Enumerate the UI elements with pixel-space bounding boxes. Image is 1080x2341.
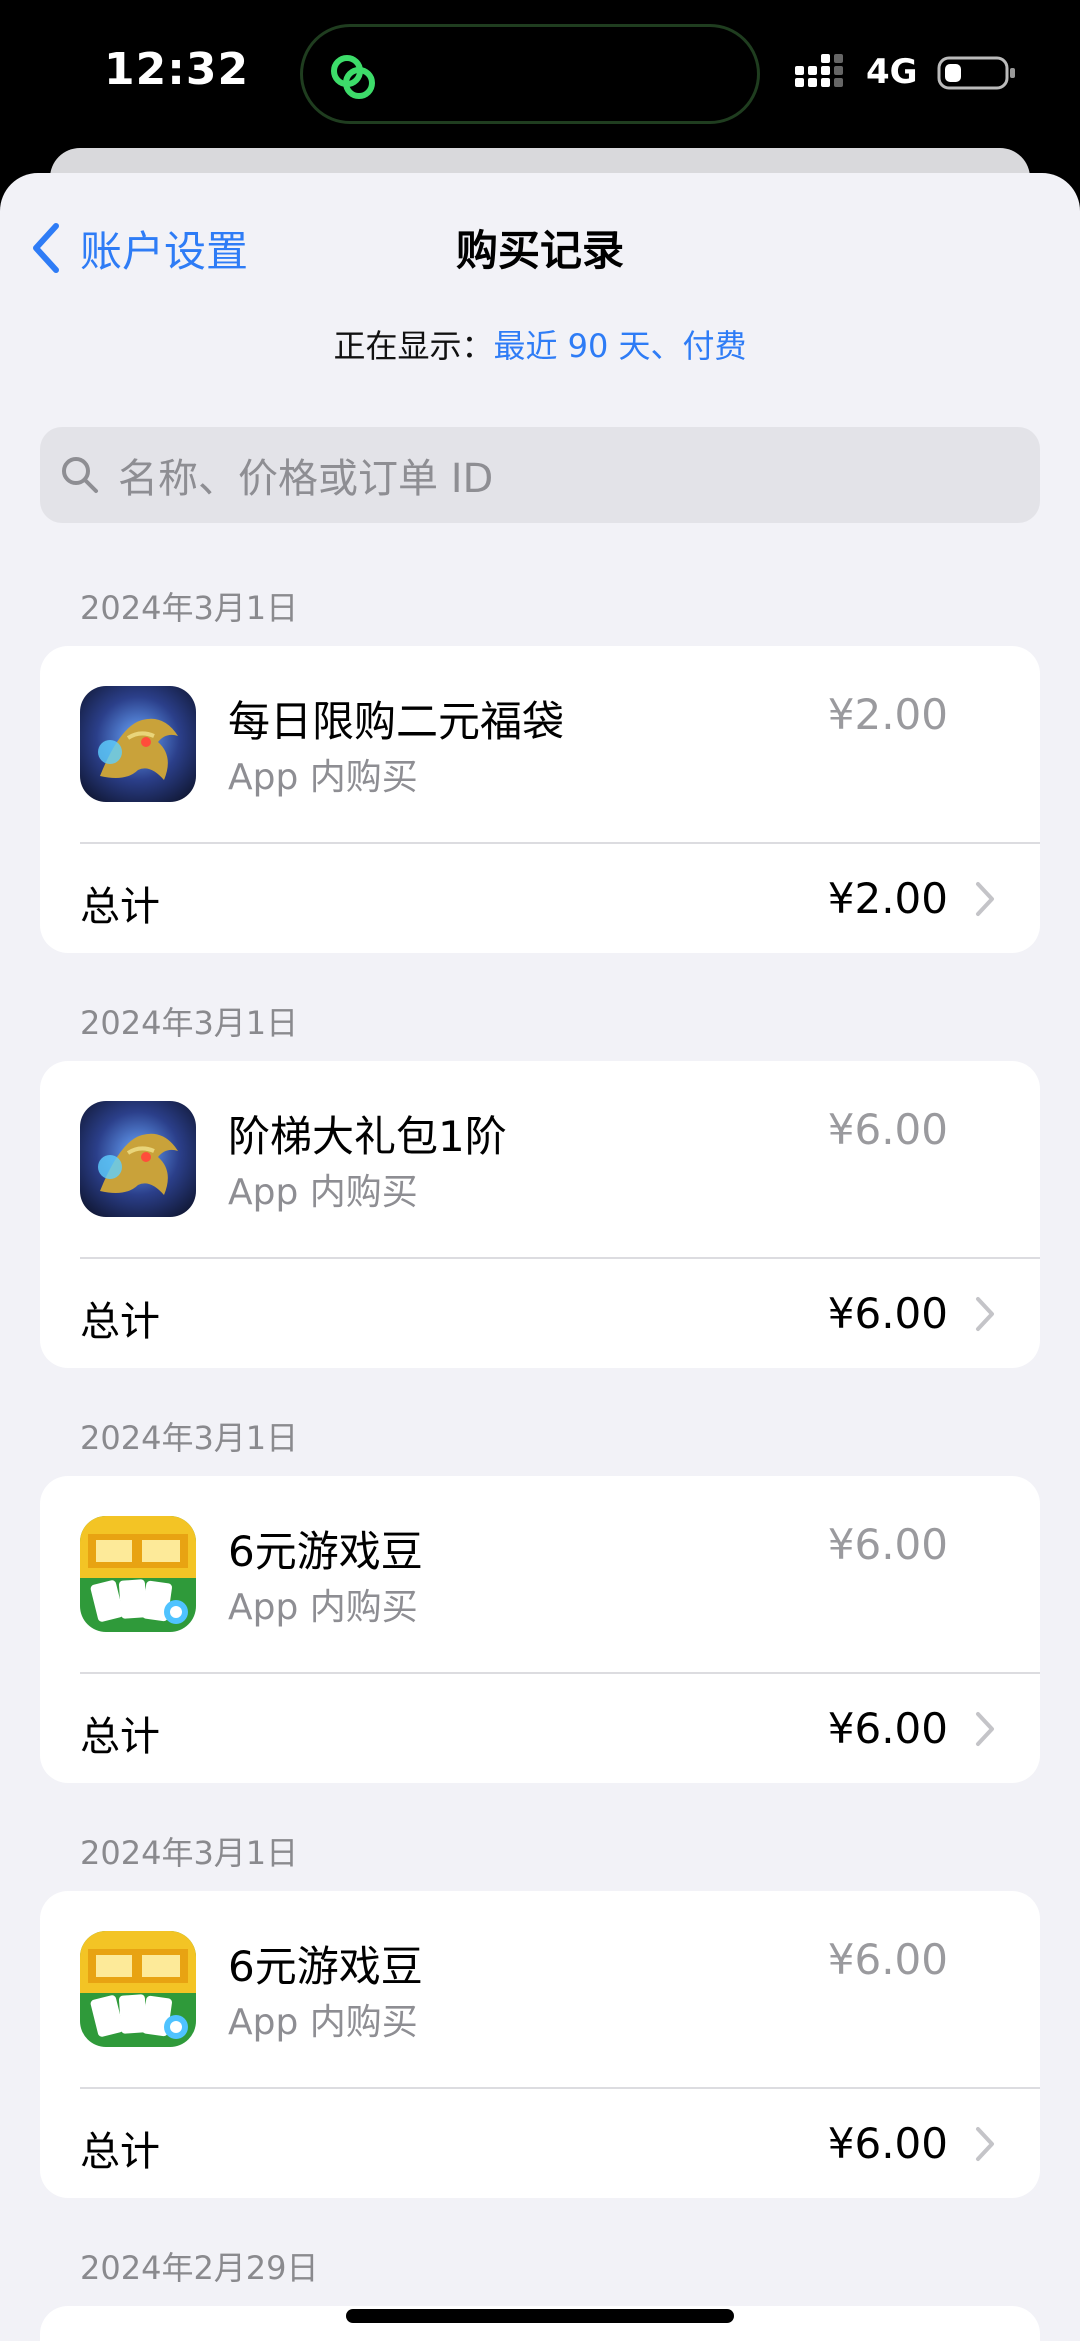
item-name: 阶梯大礼包1阶 — [228, 1112, 507, 1161]
search-field[interactable]: 名称、价格或订单 ID — [40, 427, 1040, 523]
purchase-card: 阶梯大礼包1阶 App 内购买 ¥6.00 总计 ¥6.00 — [40, 1061, 1040, 1368]
item-name: 每日限购二元福袋 — [228, 697, 565, 746]
chevron-right-icon — [976, 2127, 994, 2161]
filter-value-link[interactable]: 最近 90 天、付费 — [493, 327, 746, 365]
purchase-item-row[interactable]: 每日限购二元福袋 App 内购买 ¥2.00 — [40, 646, 1040, 842]
section-date: 2024年3月1日 — [80, 1834, 299, 1872]
total-row[interactable]: 总计 ¥6.00 — [40, 2089, 1040, 2198]
purchase-history-sheet: 账户设置 购买记录 正在显示：最近 90 天、付费 名称、价格或订单 ID 20… — [0, 173, 1080, 2341]
poker-game-icon — [80, 1516, 196, 1632]
purchase-card: 6元游戏豆 App 内购买 ¥6.00 总计 ¥6.00 — [40, 1891, 1040, 2198]
item-price: ¥6.00 — [827, 1935, 948, 1984]
purchase-item-row[interactable]: 6元游戏豆 App 内购买 ¥6.00 — [40, 1891, 1040, 2087]
total-price: ¥2.00 — [827, 874, 948, 923]
item-type: App 内购买 — [228, 1172, 418, 1213]
cellular-signal-icon — [795, 54, 843, 87]
item-price: ¥2.00 — [827, 690, 948, 739]
item-type: App 内购买 — [228, 1587, 418, 1628]
chevron-right-icon — [976, 1712, 994, 1746]
total-label: 总计 — [80, 884, 160, 930]
purchase-card: 6元游戏豆 App 内购买 ¥6.00 总计 ¥6.00 — [40, 1476, 1040, 1783]
total-price: ¥6.00 — [827, 1289, 948, 1338]
filter-label: 正在显示： — [333, 327, 494, 365]
section-date: 2024年3月1日 — [80, 1419, 299, 1457]
total-row[interactable]: 总计 ¥2.00 — [40, 844, 1040, 953]
total-row[interactable]: 总计 ¥6.00 — [40, 1259, 1040, 1368]
dragon-game-icon — [80, 686, 196, 802]
section-date: 2024年3月1日 — [80, 1004, 299, 1042]
status-time: 12:32 — [104, 44, 250, 95]
network-type: 4G — [866, 52, 918, 92]
purchase-item-row[interactable]: 阶梯大礼包1阶 App 内购买 ¥6.00 — [40, 1061, 1040, 1257]
total-row[interactable]: 总计 ¥6.00 — [40, 1674, 1040, 1783]
screen: 12:32 4G 账户设置 购买记录 正在显示：最近 90 天、付费 名称、价格… — [0, 0, 1080, 2341]
chevron-right-icon — [976, 882, 994, 916]
dragon-game-icon — [80, 1101, 196, 1217]
total-label: 总计 — [80, 2129, 160, 2175]
home-indicator[interactable] — [346, 2309, 734, 2323]
item-price: ¥6.00 — [827, 1105, 948, 1154]
link-app-icon — [331, 55, 375, 99]
section-date: 2024年3月1日 — [80, 589, 299, 627]
search-placeholder: 名称、价格或订单 ID — [118, 456, 494, 502]
purchase-card: 每日限购二元福袋 App 内购买 ¥2.00 总计 ¥2.00 — [40, 646, 1040, 953]
filter-summary: 正在显示：最近 90 天、付费 — [0, 321, 1080, 367]
navigation-bar: 账户设置 购买记录 — [0, 173, 1080, 313]
item-type: App 内购买 — [228, 757, 418, 798]
item-type: App 内购买 — [228, 2002, 418, 2043]
status-bar: 12:32 4G — [0, 0, 1080, 150]
chevron-right-icon — [976, 1297, 994, 1331]
total-price: ¥6.00 — [827, 2119, 948, 2168]
total-label: 总计 — [80, 1299, 160, 1345]
item-name: 6元游戏豆 — [228, 1942, 423, 1991]
total-price: ¥6.00 — [827, 1704, 948, 1753]
page-title: 购买记录 — [455, 226, 624, 275]
item-name: 6元游戏豆 — [228, 1527, 423, 1576]
total-label: 总计 — [80, 1714, 160, 1760]
section-date: 2024年2月29日 — [80, 2249, 319, 2287]
dynamic-island[interactable] — [300, 24, 760, 124]
poker-game-icon — [80, 1931, 196, 2047]
purchase-item-row[interactable]: 6元游戏豆 App 内购买 ¥6.00 — [40, 1476, 1040, 1672]
search-icon — [62, 457, 98, 493]
item-price: ¥6.00 — [827, 1520, 948, 1569]
battery-icon — [937, 56, 1015, 90]
